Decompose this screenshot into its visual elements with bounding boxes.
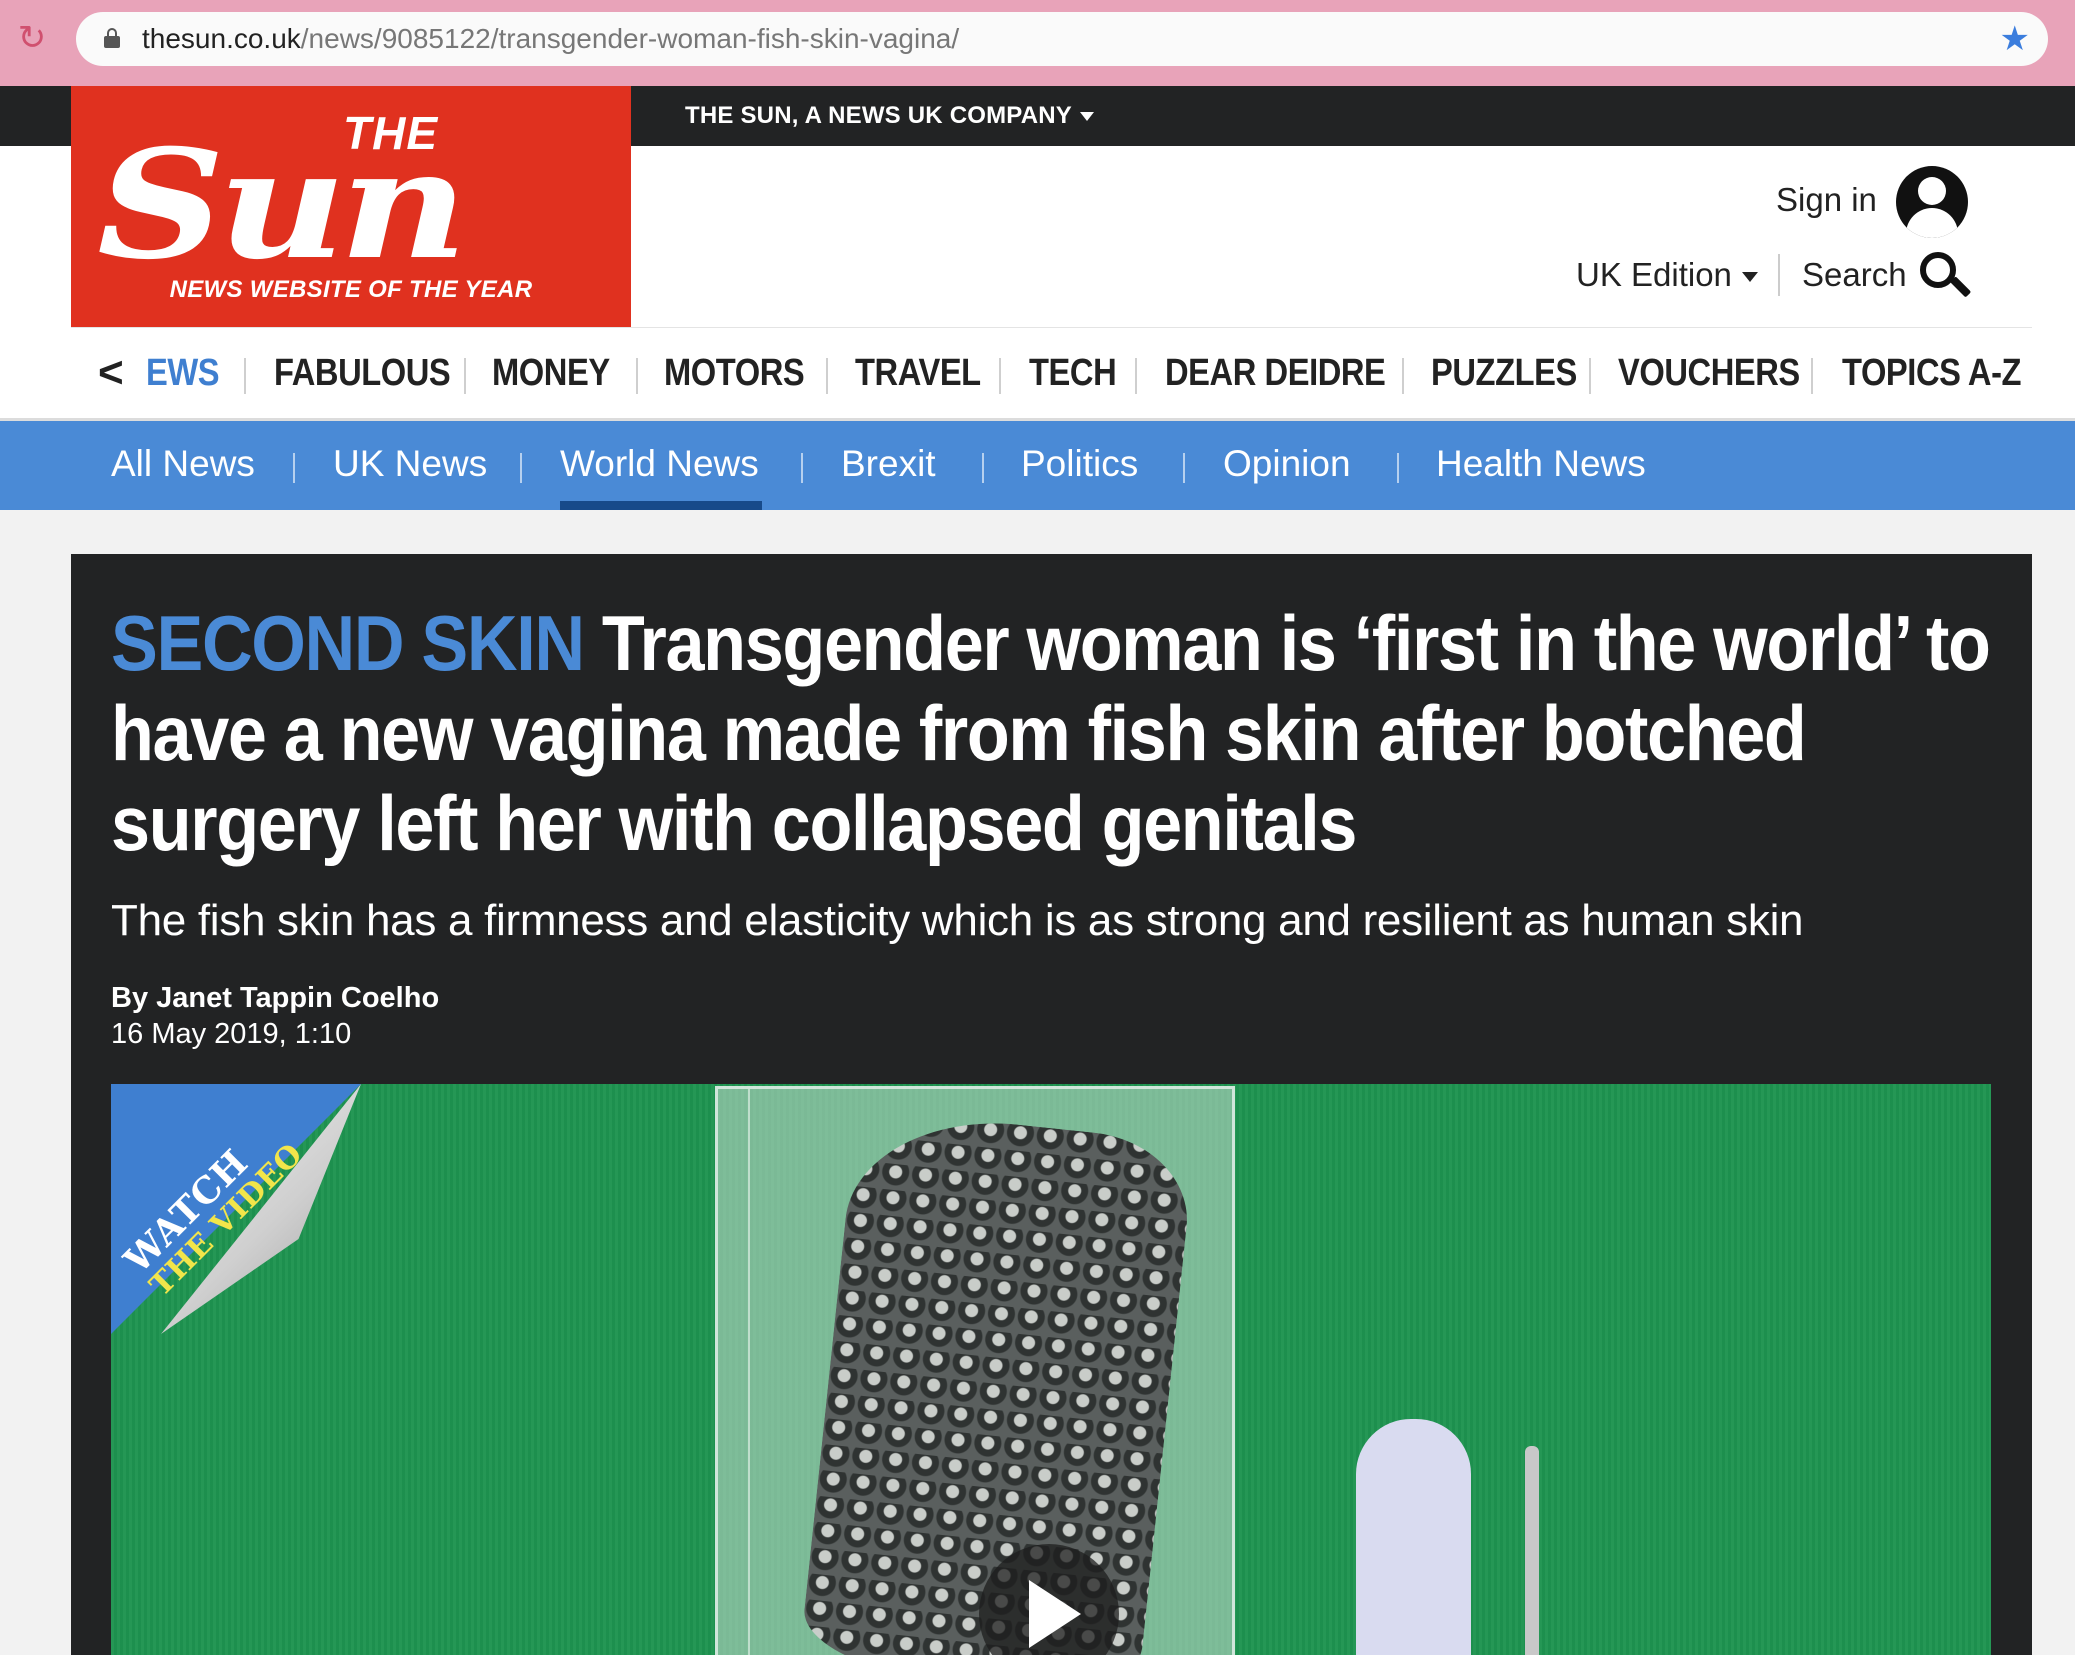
- site-logo[interactable]: THE Sun NEWS WEBSITE OF THE YEAR: [71, 86, 631, 328]
- url-text[interactable]: thesun.co.uk/news/9085122/transgender-wo…: [142, 23, 959, 55]
- standfirst: The fish skin has a firmness and elastic…: [111, 896, 1804, 945]
- edition-label: UK Edition: [1576, 256, 1732, 293]
- subnav-item-uk-news[interactable]: UK News: [333, 443, 487, 485]
- company-dropdown[interactable]: THE SUN, A NEWS UK COMPANY: [685, 102, 1094, 130]
- browser-toolbar: ↻ thesun.co.uk/news/9085122/transgender-…: [0, 0, 2075, 86]
- headline-kicker: SECOND SKIN: [111, 599, 585, 687]
- publish-date: 16 May 2019, 1:10: [111, 1018, 352, 1050]
- nav-separator: [999, 358, 1001, 394]
- nav-item-dear-deidre[interactable]: DEAR DEIDRE: [1165, 352, 1386, 395]
- metal-rod: [1525, 1446, 1539, 1655]
- main-nav: < EWS FABULOUS MONEY MOTORS TRAVEL TECH …: [0, 328, 2075, 418]
- subnav-item-politics[interactable]: Politics: [1021, 443, 1138, 485]
- search-link[interactable]: Search: [1802, 256, 1907, 294]
- nav-item-travel[interactable]: TRAVEL: [855, 352, 981, 395]
- lock-icon: [104, 28, 120, 48]
- byline[interactable]: By Janet Tappin Coelho: [111, 982, 439, 1015]
- watch-video-badge[interactable]: WATCH THE VIDEO: [111, 1084, 361, 1334]
- subnav-item-opinion[interactable]: Opinion: [1223, 443, 1351, 485]
- nav-separator: [244, 358, 246, 394]
- company-label: THE SUN, A NEWS UK COMPANY: [685, 102, 1072, 129]
- subnav-separator: [801, 453, 803, 483]
- nav-item-puzzles[interactable]: PUZZLES: [1431, 352, 1577, 395]
- nav-item-motors[interactable]: MOTORS: [664, 352, 805, 395]
- nav-separator: [464, 358, 466, 394]
- nav-separator: [1811, 358, 1813, 394]
- nav-item-vouchers[interactable]: VOUCHERS: [1618, 352, 1800, 395]
- nav-separator: [1402, 358, 1404, 394]
- nav-item-money[interactable]: MONEY: [492, 352, 610, 395]
- nav-item-topics[interactable]: TOPICS A-Z: [1842, 352, 2022, 395]
- user-avatar-icon[interactable]: [1896, 166, 1968, 238]
- nav-item-fabulous[interactable]: FABULOUS: [274, 352, 451, 395]
- subnav-item-health-news[interactable]: Health News: [1436, 443, 1646, 485]
- logo-sun: Sun: [97, 117, 468, 293]
- subnav-active-indicator: [560, 501, 762, 510]
- subnav-item-brexit[interactable]: Brexit: [841, 443, 936, 485]
- nav-separator: [1135, 358, 1137, 394]
- address-bar[interactable]: thesun.co.uk/news/9085122/transgender-wo…: [76, 12, 2048, 66]
- subnav-item-all-news[interactable]: All News: [111, 443, 255, 485]
- edition-dropdown[interactable]: UK Edition: [1576, 256, 1758, 294]
- logo-tagline: NEWS WEBSITE OF THE YEAR: [169, 276, 533, 303]
- headline: SECOND SKIN Transgender woman is ‘first …: [111, 598, 1991, 868]
- subnav-separator: [293, 453, 295, 483]
- url-domain: thesun.co.uk: [142, 23, 301, 54]
- nav-item-news[interactable]: EWS: [146, 352, 220, 395]
- reload-icon[interactable]: ↻: [14, 20, 50, 56]
- star-icon[interactable]: ★: [2000, 20, 2030, 58]
- nav-separator: [826, 358, 828, 394]
- article-header: SECOND SKIN Transgender woman is ‘first …: [71, 554, 2032, 1655]
- gauze-mould: [1356, 1419, 1471, 1655]
- subnav-separator: [982, 453, 984, 483]
- nav-separator: [636, 358, 638, 394]
- sign-in-link[interactable]: Sign in: [1776, 181, 1877, 219]
- video-thumbnail[interactable]: WATCH THE VIDEO: [111, 1084, 1991, 1655]
- url-path: /news/9085122/transgender-woman-fish-ski…: [300, 23, 960, 54]
- subnav-separator: [1183, 453, 1185, 483]
- subnav-separator: [1397, 453, 1399, 483]
- nav-separator: [1589, 358, 1591, 394]
- caret-down-icon: [1741, 272, 1758, 283]
- search-icon[interactable]: [1920, 252, 1972, 302]
- chevron-left-icon[interactable]: <: [98, 348, 124, 398]
- sub-nav: All News UK News World News Brexit Polit…: [0, 418, 2075, 510]
- subnav-separator: [520, 453, 522, 483]
- subnav-item-world-news[interactable]: World News: [560, 443, 759, 485]
- header-divider: [1778, 254, 1780, 296]
- nav-item-tech[interactable]: TECH: [1029, 352, 1117, 395]
- caret-down-icon: [1080, 112, 1094, 122]
